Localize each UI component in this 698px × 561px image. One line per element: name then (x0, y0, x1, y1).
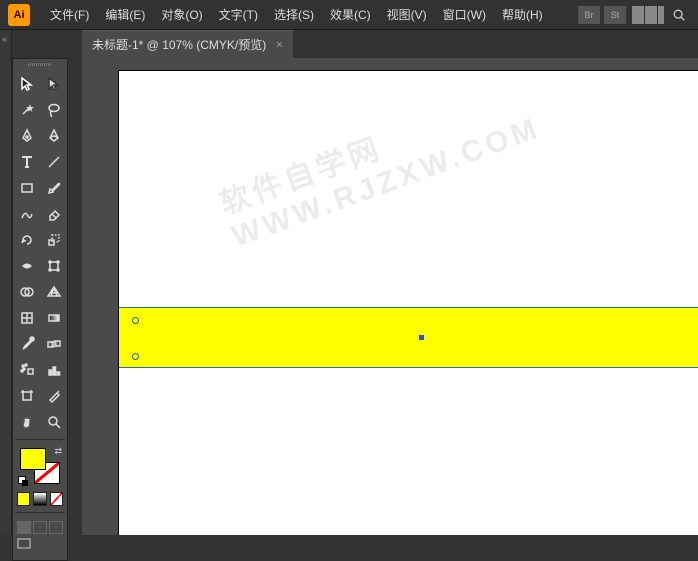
curvature-pen-tool[interactable] (40, 123, 67, 149)
menu-bar: Ai 文件(F) 编辑(E) 对象(O) 文字(T) 选择(S) 效果(C) 视… (0, 0, 698, 30)
selected-rectangle-shape[interactable] (119, 307, 698, 368)
fill-stroke-swatch[interactable]: ⇄ (18, 446, 62, 486)
draw-inside-icon[interactable] (49, 521, 63, 534)
screen-mode-row (13, 536, 67, 556)
type-tool[interactable] (13, 149, 40, 175)
menu-view[interactable]: 视图(V) (379, 2, 435, 27)
draw-behind-icon[interactable] (33, 521, 47, 534)
artboard-tool[interactable] (13, 383, 40, 409)
rectangle-tool[interactable] (13, 175, 40, 201)
column-graph-tool[interactable] (40, 357, 67, 383)
canvas-area: 软件自学网 WWW.RJZXW.COM (82, 58, 698, 535)
search-icon[interactable] (668, 6, 690, 24)
tab-close-icon[interactable]: × (276, 39, 282, 51)
selection-tool[interactable] (13, 71, 40, 97)
menu-window[interactable]: 窗口(W) (435, 2, 494, 27)
tools-panel: ⇄ (12, 58, 68, 561)
rotate-tool[interactable] (13, 227, 40, 253)
document-tab-bar: 未标题-1* @ 107% (CMYK/预览) × (0, 30, 698, 58)
direct-selection-tool[interactable] (40, 71, 67, 97)
panel-grip-icon[interactable] (13, 63, 67, 69)
menu-select[interactable]: 选择(S) (266, 2, 322, 27)
color-mode-gradient[interactable] (33, 492, 46, 506)
symbol-sprayer-tool[interactable] (13, 357, 40, 383)
document-tab[interactable]: 未标题-1* @ 107% (CMYK/预览) × (82, 30, 293, 58)
magic-wand-tool[interactable] (13, 97, 40, 123)
fill-color-swatch[interactable] (20, 448, 46, 470)
color-mode-color[interactable] (17, 492, 30, 506)
default-fill-stroke-icon[interactable] (18, 476, 28, 486)
menu-effect[interactable]: 效果(C) (322, 2, 379, 27)
shaper-tool[interactable] (13, 201, 40, 227)
stock-icon[interactable]: St (604, 6, 626, 24)
eyedropper-tool[interactable] (13, 331, 40, 357)
mesh-tool[interactable] (13, 305, 40, 331)
draw-modes-row (13, 517, 67, 536)
menu-object[interactable]: 对象(O) (153, 2, 210, 27)
eraser-tool[interactable] (40, 201, 67, 227)
lasso-tool[interactable] (40, 97, 67, 123)
menu-edit[interactable]: 编辑(E) (97, 2, 153, 27)
swap-fill-stroke-icon[interactable]: ⇄ (54, 446, 62, 457)
free-transform-tool[interactable] (40, 253, 67, 279)
panel-collapse-strip[interactable]: « (0, 30, 12, 535)
screen-mode-icon[interactable] (17, 538, 31, 550)
document-tab-title: 未标题-1* @ 107% (CMYK/预览) (92, 36, 266, 53)
anchor-point-icon[interactable] (132, 317, 139, 324)
menu-file[interactable]: 文件(F) (42, 2, 97, 27)
collapse-chevron-icon: « (2, 34, 7, 44)
gradient-tool[interactable] (40, 305, 67, 331)
color-mode-row (13, 490, 67, 508)
app-logo: Ai (8, 4, 30, 26)
paintbrush-tool[interactable] (40, 175, 67, 201)
color-mode-none[interactable] (50, 492, 63, 506)
width-tool[interactable] (13, 253, 40, 279)
blend-tool[interactable] (40, 331, 67, 357)
hand-tool[interactable] (13, 409, 40, 435)
menu-type[interactable]: 文字(T) (211, 2, 266, 27)
menu-help[interactable]: 帮助(H) (494, 2, 551, 27)
center-point-icon[interactable] (419, 335, 424, 340)
scale-tool[interactable] (40, 227, 67, 253)
perspective-grid-tool[interactable] (40, 279, 67, 305)
line-segment-tool[interactable] (40, 149, 67, 175)
bridge-icon[interactable]: Br (578, 6, 600, 24)
shape-builder-tool[interactable] (13, 279, 40, 305)
workspace-switcher-icon[interactable] (632, 6, 664, 24)
artboard[interactable]: 软件自学网 WWW.RJZXW.COM (118, 70, 698, 535)
anchor-point-icon[interactable] (132, 353, 139, 360)
pen-tool[interactable] (13, 123, 40, 149)
draw-normal-icon[interactable] (17, 521, 31, 534)
zoom-tool[interactable] (40, 409, 67, 435)
slice-tool[interactable] (40, 383, 67, 409)
